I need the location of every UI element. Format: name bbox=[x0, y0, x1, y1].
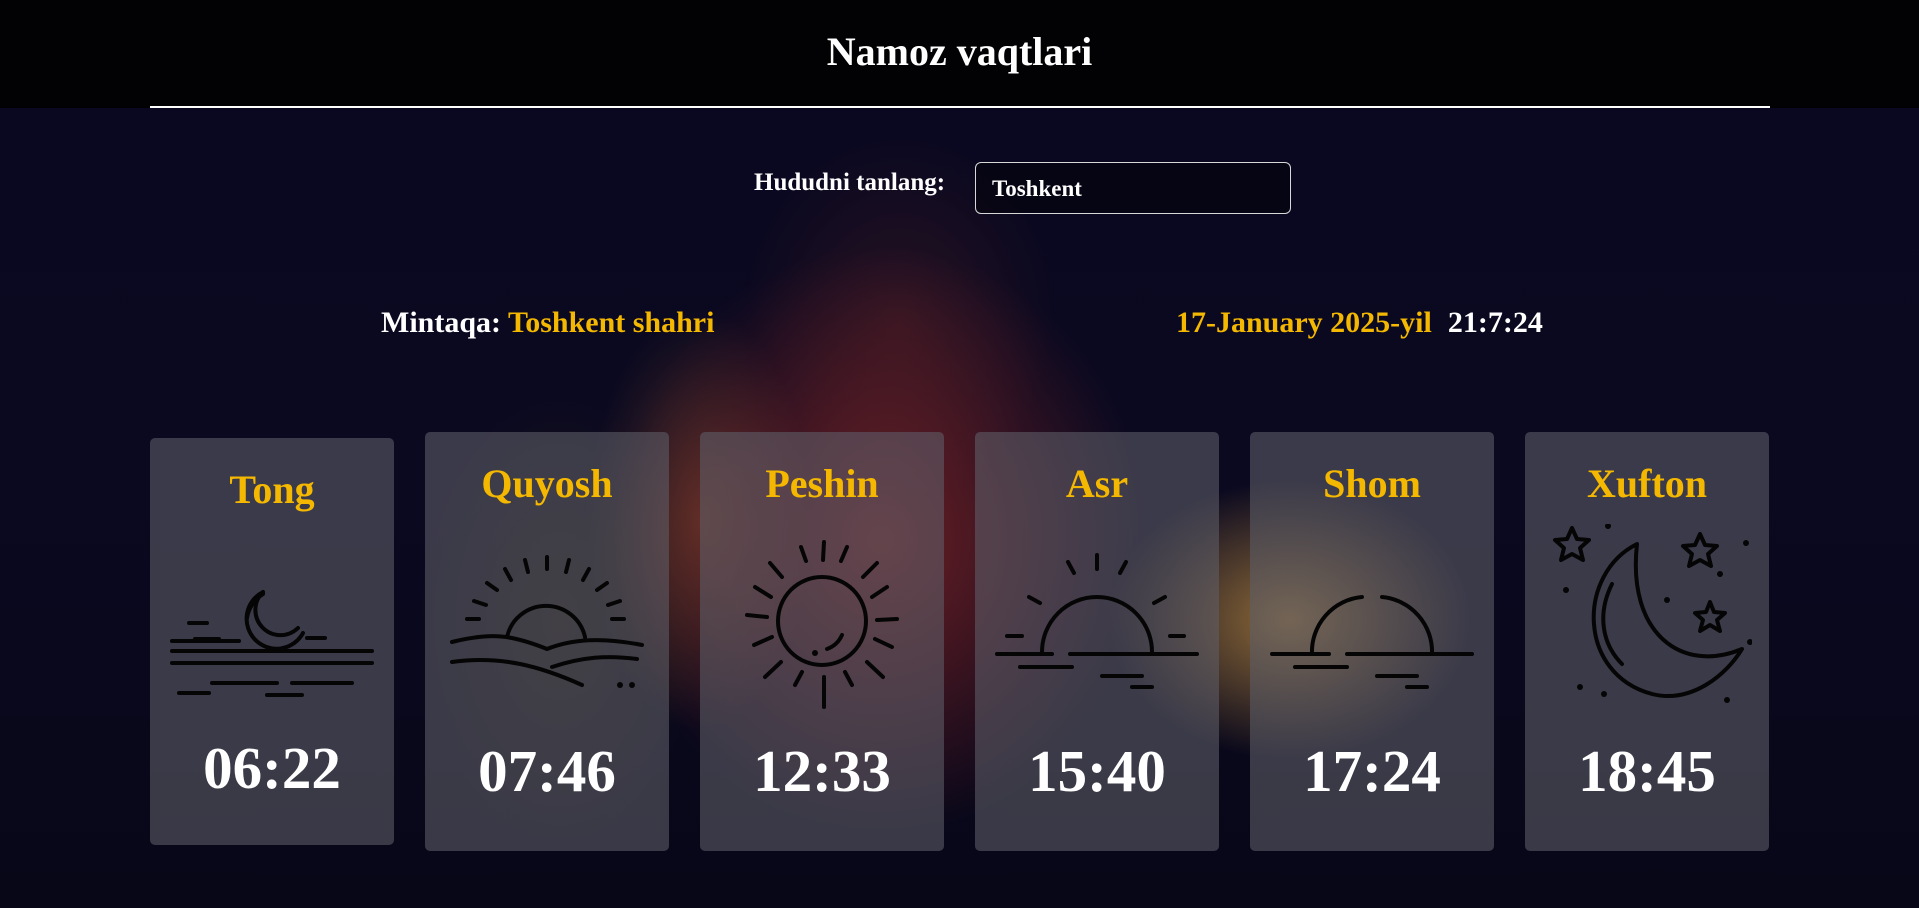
region-info: Mintaqa: Toshkent shahri bbox=[381, 306, 714, 340]
page-title: Namoz vaqtlari bbox=[826, 29, 1093, 74]
sunrise-icon bbox=[442, 537, 652, 717]
prayer-card-xufton: Xufton 18:45 bbox=[1525, 432, 1769, 851]
prayer-time: 17:24 bbox=[1303, 738, 1441, 804]
current-date: 17-January 2025-yil bbox=[1176, 306, 1432, 339]
moon-stars-icon bbox=[1542, 523, 1753, 704]
prayer-time: 07:46 bbox=[478, 738, 616, 804]
page-background: Namoz vaqtlari Hududni tanlang: Toshkent… bbox=[0, 0, 1919, 908]
region-select[interactable]: Toshkent bbox=[975, 162, 1291, 214]
prayer-time: 12:33 bbox=[753, 738, 891, 804]
prayer-time: 18:45 bbox=[1578, 738, 1716, 804]
prayer-card-tong: Tong 06:22 bbox=[150, 438, 394, 845]
sun-horizon-icon bbox=[992, 537, 1202, 717]
prayer-card-asr: Asr 15:40 bbox=[975, 432, 1219, 851]
prayer-card-peshin: Peshin 12:33 bbox=[700, 432, 944, 851]
prayer-name: Shom bbox=[1323, 461, 1421, 506]
current-time: 21:7:24 bbox=[1447, 306, 1543, 339]
date-time-info: 17-January 2025-yil 21:7:24 bbox=[1176, 306, 1543, 340]
prayer-name: Peshin bbox=[765, 461, 879, 506]
moon-horizon-icon bbox=[167, 538, 377, 718]
prayer-name: Asr bbox=[1065, 461, 1129, 506]
prayer-card-quyosh: Quyosh 07:46 bbox=[425, 432, 669, 851]
prayer-time: 15:40 bbox=[1028, 738, 1166, 804]
region-info-name: Toshkent shahri bbox=[507, 306, 715, 339]
region-select-label: Hududni tanlang: bbox=[754, 169, 946, 196]
prayer-name: Tong bbox=[229, 467, 315, 512]
prayer-name: Quyosh bbox=[481, 461, 613, 506]
sunset-icon bbox=[1267, 537, 1477, 717]
prayer-time: 06:22 bbox=[203, 735, 341, 801]
prayer-name: Xufton bbox=[1586, 461, 1708, 506]
sun-icon bbox=[717, 537, 927, 717]
region-info-label: Mintaqa: bbox=[381, 306, 501, 339]
header-divider bbox=[150, 106, 1770, 108]
prayer-card-shom: Shom 17:24 bbox=[1250, 432, 1494, 851]
region-select-value: Toshkent bbox=[992, 176, 1082, 201]
